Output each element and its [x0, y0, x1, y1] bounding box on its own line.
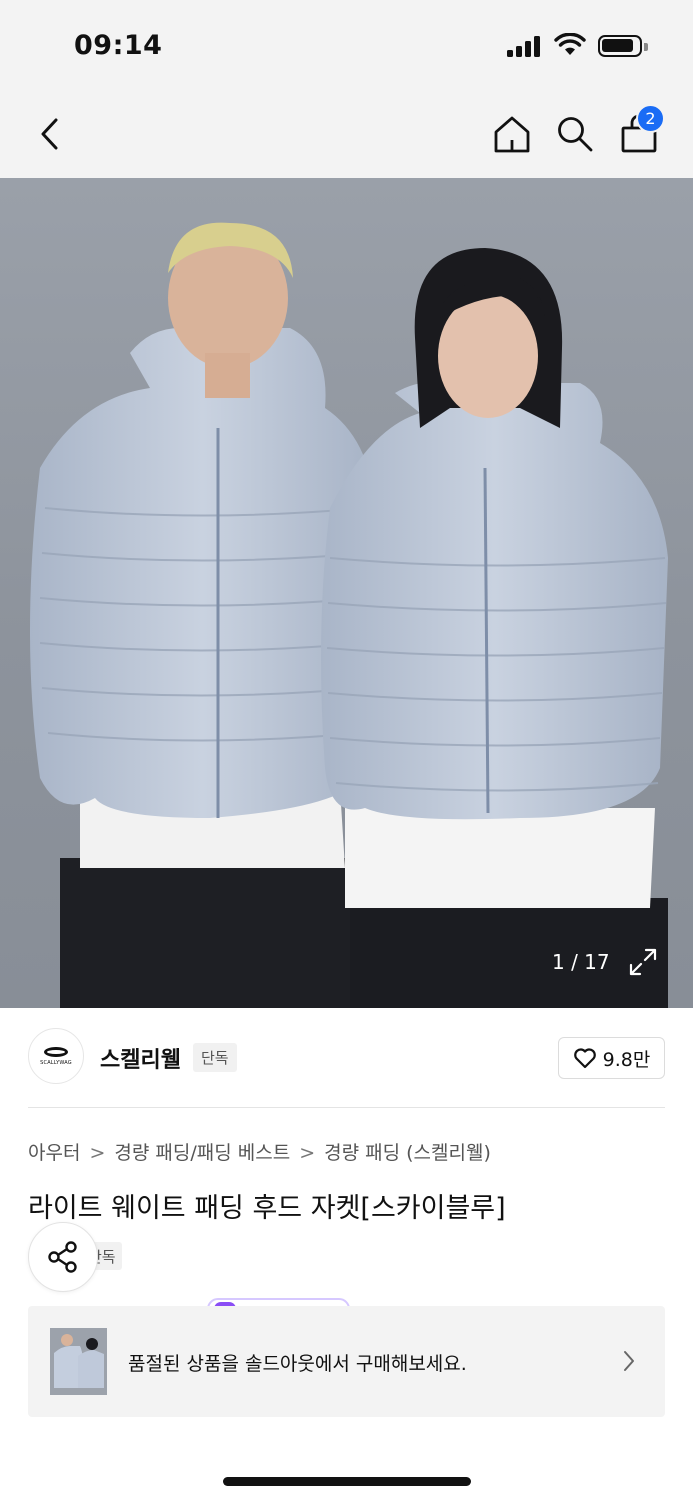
- top-nav: [0, 90, 693, 178]
- wifi-icon: [554, 33, 586, 55]
- brand-logo-mark: [44, 1046, 68, 1057]
- home-button[interactable]: [490, 112, 534, 156]
- share-button[interactable]: [28, 1222, 98, 1292]
- cart-count-badge: 2: [636, 104, 665, 133]
- chevron-right-icon: [624, 1351, 634, 1371]
- chevron-right-icon: >: [299, 1142, 316, 1164]
- status-bar: 09:14: [0, 0, 693, 90]
- share-icon: [48, 1241, 77, 1273]
- breadcrumb-item-brand-padding[interactable]: 경량 패딩 (스켈리웰): [324, 1142, 491, 1164]
- breadcrumb: 아우터 > 경량 패딩/패딩 베스트 > 경량 패딩 (스켈리웰): [28, 1138, 491, 1165]
- divider: [28, 1107, 665, 1108]
- like-count: 9.8만: [602, 1048, 651, 1071]
- heart-icon: [573, 1048, 596, 1069]
- search-icon: [558, 117, 593, 152]
- banner-text: 품절된 상품을 솔드아웃에서 구매해보세요.: [128, 1353, 467, 1375]
- like-button[interactable]: 9.8만: [558, 1037, 665, 1079]
- chevron-left-icon: [41, 118, 58, 150]
- product-photo: [30, 222, 668, 1008]
- breadcrumb-item-light-padding[interactable]: 경량 패딩/패딩 베스트: [114, 1142, 290, 1164]
- expand-icon: [629, 948, 657, 976]
- banner-thumbnail: [50, 1328, 107, 1395]
- search-button[interactable]: [553, 112, 597, 156]
- product-title: 라이트 웨이트 패딩 후드 자켓[스카이블루]: [28, 1193, 506, 1224]
- breadcrumb-item-outer[interactable]: 아우터: [28, 1142, 80, 1164]
- home-icon: [494, 116, 530, 153]
- fullscreen-button[interactable]: [628, 947, 658, 981]
- brand-logo-text: SCALLYWAG: [40, 1059, 72, 1066]
- gallery-counter: 1 / 17: [552, 950, 610, 974]
- back-button[interactable]: [28, 112, 72, 156]
- status-time: 09:14: [74, 30, 163, 61]
- banner-chevron: [622, 1350, 636, 1376]
- home-indicator: [223, 1477, 471, 1486]
- battery-icon: [598, 35, 648, 57]
- product-image-gallery[interactable]: [0, 178, 693, 1008]
- signal-icon: [507, 35, 543, 57]
- brand-name[interactable]: 스켈리웰: [100, 1042, 181, 1074]
- chevron-right-icon: >: [89, 1142, 106, 1164]
- brand-logo[interactable]: SCALLYWAG: [28, 1028, 84, 1084]
- exclusive-badge: 단독: [193, 1043, 237, 1072]
